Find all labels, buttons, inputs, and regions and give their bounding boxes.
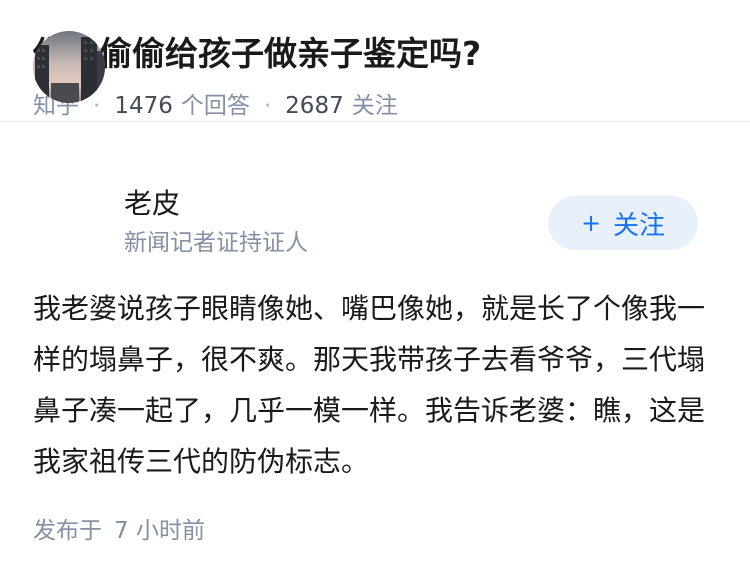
follow-button[interactable]: + 关注 xyxy=(548,196,698,250)
plus-icon: + xyxy=(580,209,602,237)
author-headline: 新闻记者证持证人 xyxy=(124,230,308,256)
question-title[interactable]: 你会偷偷给孩子做亲子鉴定吗? xyxy=(33,30,717,78)
author-name[interactable]: 老皮 xyxy=(124,184,180,224)
follower-count-label: 关注 xyxy=(351,93,398,119)
answer-content: 我老婆说孩子眼睛像她、嘴巴像她，就是长了个像我一样的塌鼻子，很不爽。那天我带孩子… xyxy=(33,292,706,478)
published-time: 7 小时前 xyxy=(114,518,205,544)
answer-count: 1476 xyxy=(114,93,173,119)
question-header: 你会偷偷给孩子做亲子鉴定吗? 知乎 · 1476 个回答 · 2687 关注 xyxy=(0,0,750,122)
follower-count: 2687 xyxy=(285,93,344,119)
follow-button-label: 关注 xyxy=(613,210,666,241)
question-meta: 知乎 · 1476 个回答 · 2687 关注 xyxy=(33,86,717,126)
avatar-city-buildings-icon xyxy=(33,31,105,103)
meta-separator: · xyxy=(263,93,272,119)
answer-count-label: 个回答 xyxy=(180,93,250,119)
published-label: 发布于 xyxy=(33,518,102,544)
publish-info: 发布于 7 小时前 xyxy=(33,511,205,551)
author-avatar[interactable] xyxy=(33,31,105,103)
